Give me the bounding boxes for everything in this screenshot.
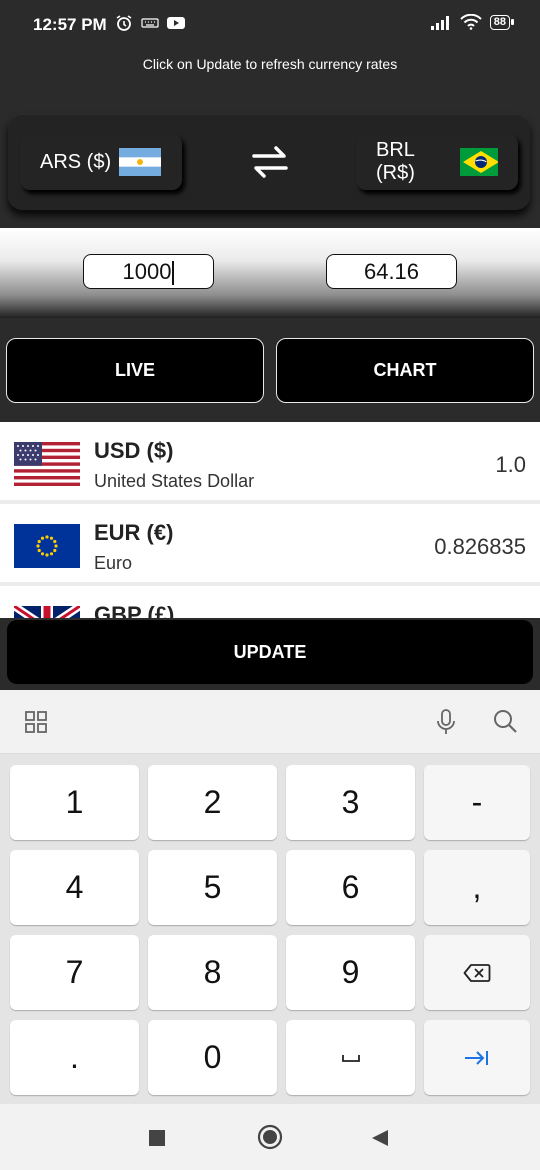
microphone-icon[interactable] [434,708,458,736]
rates-list[interactable]: USD ($) United States Dollar 1.0 EUR (€)… [0,422,540,618]
to-currency-button[interactable]: BRL (R$) [356,134,518,190]
status-bar: 12:57 PM 88 [0,0,540,48]
from-currency-button[interactable]: ARS ($) [20,134,182,190]
currency-code: USD ($) [94,438,174,463]
back-icon[interactable] [370,1128,390,1148]
keyboard-icon [141,18,159,28]
from-currency-label: ARS ($) [40,150,112,173]
key-9[interactable]: 9 [286,935,415,1010]
key-dash[interactable]: - [424,765,530,840]
search-icon[interactable] [492,708,518,734]
status-system-icons: 88 [430,14,515,30]
key-backspace[interactable] [424,935,530,1010]
text-cursor [172,261,175,286]
update-button[interactable]: UPDATE [7,620,533,684]
numeric-keyboard: 1 2 3 - 4 5 6 , 7 8 9 . 0 [0,754,540,1104]
eu-flag-icon [14,524,80,568]
uk-flag-icon [14,606,80,618]
key-tab[interactable] [424,1020,530,1095]
live-tab-button[interactable]: LIVE [6,338,264,403]
home-icon[interactable] [257,1124,283,1150]
key-space[interactable] [286,1020,415,1095]
youtube-icon [167,17,185,29]
status-notification-icons [115,14,185,32]
tab-next-icon [465,1050,488,1065]
key-8[interactable]: 8 [148,935,277,1010]
backspace-icon [463,963,491,982]
key-2[interactable]: 2 [148,765,277,840]
amount-strip: 1000 64.16 [0,228,540,318]
currency-code: GBP (£) [94,602,175,618]
argentina-flag-icon [119,148,162,176]
key-dot[interactable]: . [10,1020,139,1095]
signal-icon [430,16,449,30]
swap-currencies-icon[interactable] [248,144,292,180]
rate-row-eur[interactable]: EUR (€) Euro 0.826835 [0,504,540,582]
rate-row-gbp[interactable]: GBP (£) [0,586,540,618]
wifi-icon [460,14,482,30]
rate-row-usd[interactable]: USD ($) United States Dollar 1.0 [0,422,540,500]
currency-name: United States Dollar [94,471,255,491]
refresh-hint: Click on Update to refresh currency rate… [142,56,398,72]
key-comma[interactable]: , [424,850,530,925]
to-currency-label: BRL (R$) [376,139,415,184]
key-7[interactable]: 7 [10,935,139,1010]
key-5[interactable]: 5 [148,850,277,925]
currency-name: Euro [94,553,133,573]
to-amount-field[interactable]: 64.16 [326,254,457,289]
currency-rate: 1.0 [495,452,526,477]
currency-code: EUR (€) [94,520,174,545]
usa-flag-icon [14,442,80,486]
key-1[interactable]: 1 [10,765,139,840]
key-0[interactable]: 0 [148,1020,277,1095]
key-3[interactable]: 3 [286,765,415,840]
currency-rate: 0.826835 [434,534,526,559]
battery-indicator: 88 [489,14,515,30]
keyboard-toolbar [0,690,540,754]
key-6[interactable]: 6 [286,850,415,925]
from-amount-input[interactable]: 1000 [83,254,214,289]
android-nav-bar [0,1104,540,1170]
tabs-area: LIVE CHART [0,318,540,422]
key-4[interactable]: 4 [10,850,139,925]
alarm-icon [116,15,132,31]
currency-selector-panel: ARS ($) BRL (R$) [8,114,530,210]
space-icon [341,1054,360,1062]
recent-apps-icon[interactable] [148,1129,166,1147]
brazil-flag-icon [459,148,498,176]
from-amount-value: 1000 [122,259,172,284]
status-time: 12:57 PM [33,15,107,34]
apps-grid-icon[interactable] [24,710,48,734]
chart-tab-button[interactable]: CHART [276,338,534,403]
